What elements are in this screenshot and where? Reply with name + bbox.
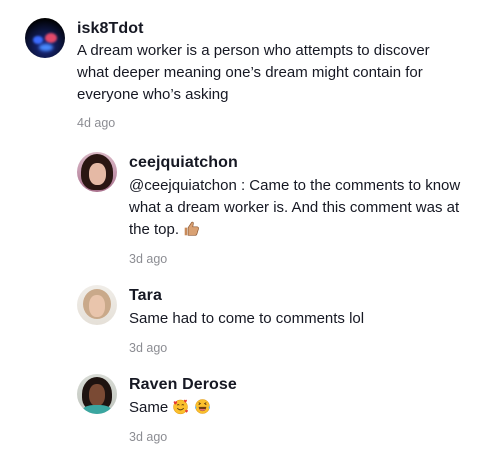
reply-text-line: the top. bbox=[129, 221, 180, 238]
comment-username[interactable]: isk8Tdot bbox=[77, 18, 430, 40]
comment-text-line: A dream worker is a person who attempts … bbox=[77, 42, 430, 59]
reply-text-line: what a dream worker is. And this comment… bbox=[129, 199, 460, 216]
reply-item: ceejquiatchon @ceejquiatchon : Came to t… bbox=[77, 152, 460, 267]
avatar[interactable] bbox=[77, 152, 117, 192]
reply-timestamp: 3d ago bbox=[129, 252, 168, 266]
reply-text-line-last: the top. bbox=[129, 219, 460, 241]
reply-text: @ceejquiatchon : Came to the comments to… bbox=[129, 175, 460, 241]
reply-username[interactable]: ceejquiatchon bbox=[129, 152, 460, 174]
comment-content: isk8Tdot A dream worker is a person who … bbox=[77, 18, 430, 131]
reply-username[interactable]: Tara bbox=[129, 285, 364, 307]
reply-content: ceejquiatchon @ceejquiatchon : Came to t… bbox=[129, 152, 460, 267]
avatar[interactable] bbox=[77, 285, 117, 325]
reply-text-content: Same bbox=[129, 399, 169, 416]
tears-of-joy-icon bbox=[194, 399, 210, 414]
avatar[interactable] bbox=[77, 374, 117, 414]
reply-content: Raven Derose Same 3d ago bbox=[129, 374, 237, 445]
comment-text-line: everyone who’s asking bbox=[77, 86, 229, 103]
reply-text: Same bbox=[129, 397, 237, 419]
reply-text-line: @ceejquiatchon : Came to the comments to… bbox=[129, 177, 461, 194]
reply-username[interactable]: Raven Derose bbox=[129, 374, 237, 396]
thumbs-up-icon bbox=[184, 221, 200, 236]
comment-text: A dream worker is a person who attempts … bbox=[77, 40, 430, 106]
reply-text: Same had to come to comments lol bbox=[129, 310, 365, 327]
reply-content: Tara Same had to come to comments lol 3d… bbox=[129, 285, 364, 356]
comment-item: isk8Tdot A dream worker is a person who … bbox=[25, 18, 430, 131]
avatar[interactable] bbox=[25, 18, 65, 58]
reply-timestamp: 3d ago bbox=[129, 430, 168, 444]
comment-text-line: what deeper meaning one’s dream might co… bbox=[77, 64, 423, 81]
comment-timestamp: 4d ago bbox=[77, 116, 116, 130]
reply-item: Raven Derose Same 3d ago bbox=[77, 374, 237, 445]
reply-item: Tara Same had to come to comments lol 3d… bbox=[77, 285, 364, 356]
smiling-face-with-hearts-icon bbox=[173, 399, 189, 415]
reply-timestamp: 3d ago bbox=[129, 341, 168, 355]
